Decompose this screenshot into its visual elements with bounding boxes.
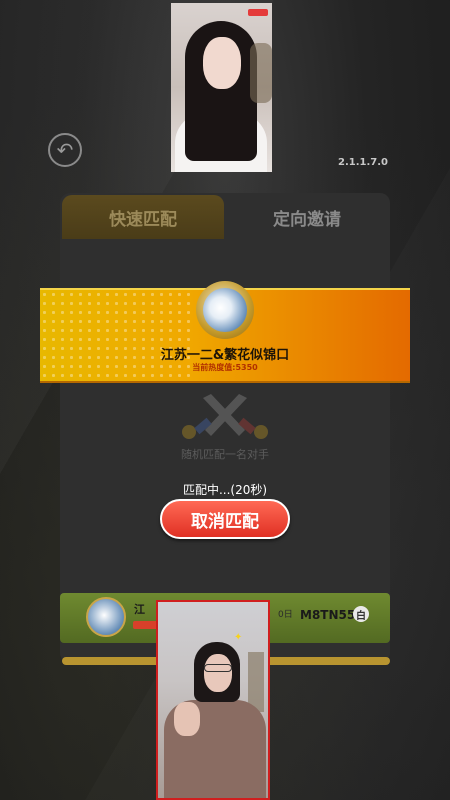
- video-face-2: [204, 654, 232, 692]
- streamer-video-bottom: ✦: [156, 600, 270, 800]
- ribbon-badge: 白: [353, 606, 369, 622]
- player-avatar: [196, 281, 254, 339]
- tab-directed-invite[interactable]: 定向邀请: [226, 195, 388, 239]
- video-face: [203, 37, 241, 89]
- ribbon-extra: 0日: [278, 610, 293, 620]
- version-label: 2.1.1.7.0: [338, 157, 388, 168]
- ribbon-player-name: 江: [134, 603, 145, 616]
- tab-quick-match[interactable]: 快速匹配: [62, 195, 224, 239]
- ribbon-player-code: M8TN55: [300, 608, 356, 622]
- matching-status: 匹配中...(20秒): [182, 483, 268, 497]
- ribbon-avatar: [86, 597, 126, 637]
- video-live-tag: [248, 9, 268, 16]
- back-arrow-icon: ↶: [56, 138, 74, 162]
- video-hand: [174, 702, 200, 736]
- avatar-heart-image: [203, 288, 247, 332]
- video-plant: [250, 43, 272, 103]
- video-glasses: [204, 664, 232, 672]
- player-heat: 当前热度值:5350: [192, 363, 258, 372]
- back-button[interactable]: ↶: [48, 133, 82, 167]
- crossed-swords-icon: [182, 394, 268, 439]
- cancel-match-button[interactable]: 取消匹配: [160, 499, 290, 539]
- player-name: 江苏一二&繁花似锦口: [160, 348, 290, 363]
- match-description: 随机匹配一名对手: [181, 448, 269, 461]
- star-icon: ✦: [234, 632, 243, 643]
- streamer-video-top: [171, 3, 272, 172]
